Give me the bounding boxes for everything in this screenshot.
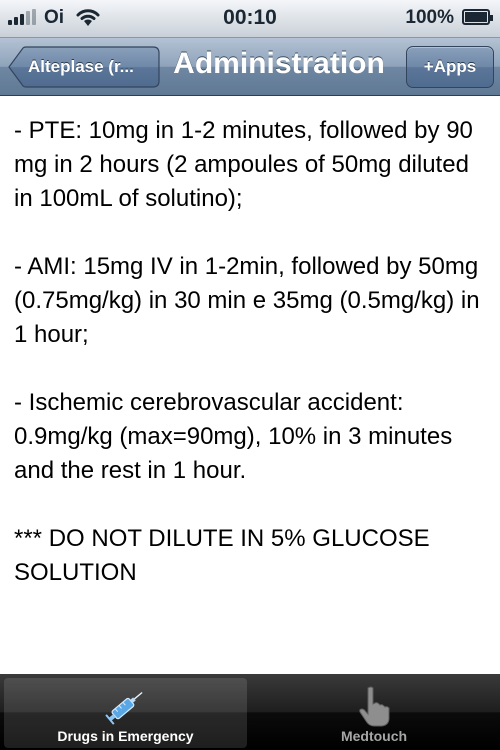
dilution-warning-text: *** DO NOT DILUTE IN 5% GLUCOSE SOLUTION [14, 525, 430, 586]
pointing-hand-icon [359, 686, 390, 727]
dose-pte-text: - PTE: 10mg in 1-2 minutes, followed by … [14, 117, 473, 212]
administration-content: - PTE: 10mg in 1-2 minutes, followed by … [0, 96, 500, 674]
battery-icon [462, 9, 493, 25]
status-bar: Oi 00:10 100% [0, 0, 500, 38]
apps-button[interactable]: +Apps [406, 46, 494, 88]
back-button[interactable]: Alteplase (r... [8, 46, 160, 88]
syringe-icon [104, 691, 143, 725]
tab-label: Drugs in Emergency [57, 728, 194, 744]
dose-stroke-text: - Ischemic cerebrovascular accident: 0.9… [14, 389, 453, 484]
tab-drugs-in-emergency[interactable]: Drugs in Emergency [4, 678, 247, 748]
navigation-bar: Alteplase (r... Administration +Apps [0, 38, 500, 96]
tab-bar: Drugs in Emergency Medtouch [0, 674, 500, 750]
page-title: Administration [173, 47, 385, 80]
tab-label: Medtouch [340, 728, 408, 744]
battery-percent: 100% [405, 7, 454, 28]
dose-ami-text: - AMI: 15mg IV in 1-2min, followed by 50… [14, 253, 480, 348]
tab-medtouch[interactable]: Medtouch [252, 678, 496, 748]
back-button-label: Alteplase (r... [28, 57, 134, 76]
